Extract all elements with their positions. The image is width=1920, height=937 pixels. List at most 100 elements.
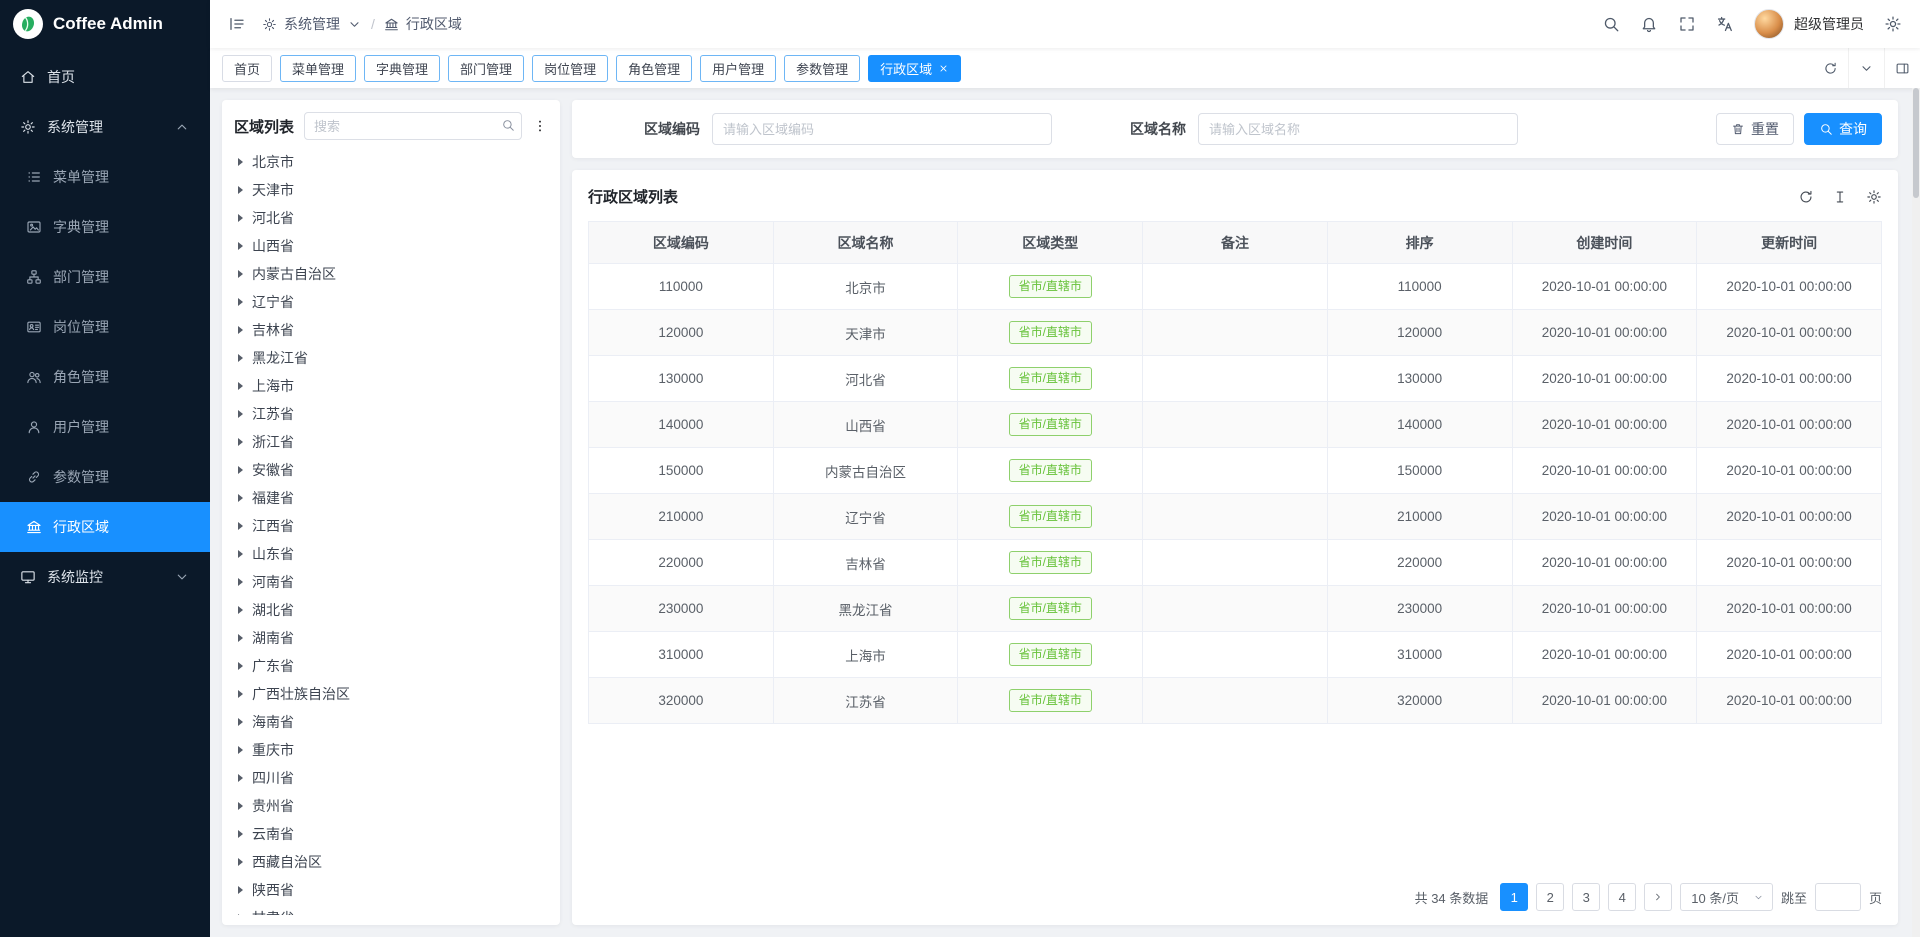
tab-param-management[interactable]: 参数管理 [784, 55, 860, 82]
collapse-sidebar-button[interactable] [228, 15, 246, 33]
sidebar-item-param-management[interactable]: 参数管理 [0, 452, 210, 502]
expand-caret-icon[interactable] [238, 354, 243, 362]
expand-caret-icon[interactable] [238, 578, 243, 586]
tab-post-management[interactable]: 岗位管理 [532, 55, 608, 82]
tree-item[interactable]: 湖南省 [234, 624, 548, 652]
sidebar-item-system-monitor[interactable]: 系统监控 [0, 552, 210, 602]
expand-caret-icon[interactable] [238, 214, 243, 222]
tree-item[interactable]: 浙江省 [234, 428, 548, 456]
sidebar-item-system-management[interactable]: 系统管理 [0, 102, 210, 152]
tree-item[interactable]: 重庆市 [234, 736, 548, 764]
expand-caret-icon[interactable] [238, 298, 243, 306]
sidebar-item-role-management[interactable]: 角色管理 [0, 352, 210, 402]
expand-caret-icon[interactable] [238, 158, 243, 166]
table-row[interactable]: 120000天津市省市/直辖市1200002020-10-01 00:00:00… [589, 310, 1882, 356]
table-settings-gear-icon[interactable] [1866, 189, 1882, 205]
expand-caret-icon[interactable] [238, 690, 243, 698]
region-name-input[interactable] [1198, 113, 1518, 145]
expand-caret-icon[interactable] [238, 186, 243, 194]
expand-caret-icon[interactable] [238, 522, 243, 530]
tree-item[interactable]: 甘肃省 [234, 904, 548, 915]
tab-user-management[interactable]: 用户管理 [700, 55, 776, 82]
tree-item[interactable]: 江西省 [234, 512, 548, 540]
sidebar-item-post-management[interactable]: 岗位管理 [0, 302, 210, 352]
layout-panel-icon[interactable] [1884, 48, 1920, 88]
user-avatar[interactable] [1754, 9, 1784, 39]
expand-caret-icon[interactable] [238, 718, 243, 726]
tab-dept-management[interactable]: 部门管理 [448, 55, 524, 82]
expand-caret-icon[interactable] [238, 858, 243, 866]
expand-caret-icon[interactable] [238, 494, 243, 502]
tree-item[interactable]: 北京市 [234, 148, 548, 176]
tree-item[interactable]: 黑龙江省 [234, 344, 548, 372]
tree-item[interactable]: 山西省 [234, 232, 548, 260]
page-scrollbar-thumb[interactable] [1913, 88, 1919, 198]
app-logo[interactable]: Coffee Admin [0, 0, 210, 48]
expand-caret-icon[interactable] [238, 662, 243, 670]
expand-caret-icon[interactable] [238, 466, 243, 474]
tree-item[interactable]: 河北省 [234, 204, 548, 232]
expand-caret-icon[interactable] [238, 914, 243, 915]
tree-item[interactable]: 福建省 [234, 484, 548, 512]
column-settings-icon[interactable] [1832, 189, 1848, 205]
expand-caret-icon[interactable] [238, 382, 243, 390]
tab-close-icon[interactable] [938, 63, 949, 74]
tree-item[interactable]: 陕西省 [234, 876, 548, 904]
settings-gear-icon[interactable] [1884, 15, 1902, 33]
tree-item[interactable]: 安徽省 [234, 456, 548, 484]
user-name[interactable]: 超级管理员 [1794, 14, 1864, 34]
page-scrollbar[interactable] [1912, 88, 1920, 937]
table-row[interactable]: 320000江苏省省市/直辖市3200002020-10-01 00:00:00… [589, 678, 1882, 724]
sidebar-item-admin-region[interactable]: 行政区域 [0, 502, 210, 552]
page-button-3[interactable]: 3 [1572, 883, 1600, 911]
table-row[interactable]: 210000辽宁省省市/直辖市2100002020-10-01 00:00:00… [589, 494, 1882, 540]
page-button-4[interactable]: 4 [1608, 883, 1636, 911]
table-row[interactable]: 230000黑龙江省省市/直辖市2300002020-10-01 00:00:0… [589, 586, 1882, 632]
reset-button[interactable]: 重置 [1716, 113, 1794, 145]
region-code-input[interactable] [712, 113, 1052, 145]
breadcrumb-section[interactable]: 系统管理 [284, 14, 340, 34]
tree-item[interactable]: 贵州省 [234, 792, 548, 820]
table-row[interactable]: 140000山西省省市/直辖市1400002020-10-01 00:00:00… [589, 402, 1882, 448]
tree-item[interactable]: 海南省 [234, 708, 548, 736]
more-options-icon[interactable] [532, 118, 548, 134]
tree-search-input[interactable] [304, 112, 522, 140]
table-row[interactable]: 150000内蒙古自治区省市/直辖市1500002020-10-01 00:00… [589, 448, 1882, 494]
expand-caret-icon[interactable] [238, 242, 243, 250]
refresh-table-icon[interactable] [1798, 189, 1814, 205]
table-row[interactable]: 110000北京市省市/直辖市1100002020-10-01 00:00:00… [589, 264, 1882, 310]
tree-item[interactable]: 上海市 [234, 372, 548, 400]
expand-caret-icon[interactable] [238, 410, 243, 418]
tree-item[interactable]: 河南省 [234, 568, 548, 596]
tree-item[interactable]: 辽宁省 [234, 288, 548, 316]
sidebar-item-dept-management[interactable]: 部门管理 [0, 252, 210, 302]
expand-caret-icon[interactable] [238, 886, 243, 894]
refresh-tabs-icon[interactable] [1812, 48, 1848, 88]
expand-caret-icon[interactable] [238, 634, 243, 642]
expand-caret-icon[interactable] [238, 550, 243, 558]
tab-home[interactable]: 首页 [222, 55, 272, 82]
translate-icon[interactable] [1716, 15, 1734, 33]
page-button-1[interactable]: 1 [1500, 883, 1528, 911]
notification-bell-icon[interactable] [1640, 15, 1658, 33]
expand-caret-icon[interactable] [238, 830, 243, 838]
page-button-2[interactable]: 2 [1536, 883, 1564, 911]
tree-item[interactable]: 江苏省 [234, 400, 548, 428]
tree-item[interactable]: 山东省 [234, 540, 548, 568]
jump-page-input[interactable] [1815, 883, 1861, 911]
search-icon[interactable] [501, 118, 515, 132]
tab-actions-dropdown-icon[interactable] [1848, 48, 1884, 88]
tree-item[interactable]: 广西壮族自治区 [234, 680, 548, 708]
table-row[interactable]: 310000上海市省市/直辖市3100002020-10-01 00:00:00… [589, 632, 1882, 678]
tree-item[interactable]: 云南省 [234, 820, 548, 848]
table-row[interactable]: 130000河北省省市/直辖市1300002020-10-01 00:00:00… [589, 356, 1882, 402]
tree-item[interactable]: 天津市 [234, 176, 548, 204]
tab-admin-region[interactable]: 行政区域 [868, 55, 961, 82]
expand-caret-icon[interactable] [238, 326, 243, 334]
sidebar-item-user-management[interactable]: 用户管理 [0, 402, 210, 452]
page-size-select[interactable]: 10 条/页 [1680, 883, 1773, 911]
tree-item[interactable]: 吉林省 [234, 316, 548, 344]
expand-caret-icon[interactable] [238, 270, 243, 278]
sidebar-item-dict-management[interactable]: 字典管理 [0, 202, 210, 252]
fullscreen-icon[interactable] [1678, 15, 1696, 33]
